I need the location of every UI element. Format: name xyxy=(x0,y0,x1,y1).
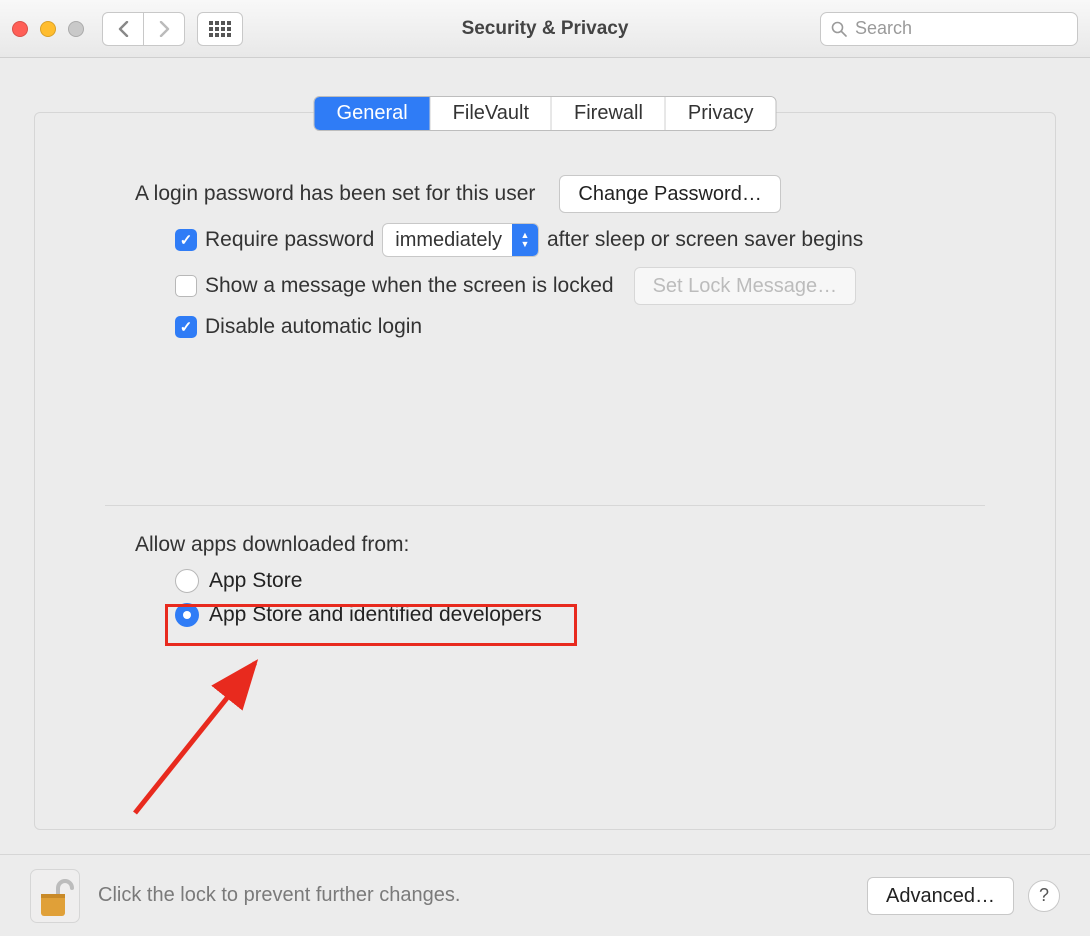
minimize-window-button[interactable] xyxy=(40,21,56,37)
tab-bar: General FileVault Firewall Privacy xyxy=(314,96,777,131)
login-section: A login password has been set for this u… xyxy=(135,175,995,349)
search-icon xyxy=(831,21,847,37)
require-password-checkbox[interactable]: ✓ xyxy=(175,229,197,251)
nav-group xyxy=(102,12,185,46)
set-lock-message-button: Set Lock Message… xyxy=(634,267,857,305)
show-lock-message-checkbox[interactable] xyxy=(175,275,197,297)
search-field[interactable] xyxy=(820,12,1078,46)
require-password-delay-value: immediately xyxy=(383,229,512,252)
disable-auto-login-checkbox[interactable]: ✓ xyxy=(175,316,197,338)
lock-open-icon xyxy=(35,874,75,922)
annotation-arrow xyxy=(125,643,285,823)
footer-hint: Click the lock to prevent further change… xyxy=(98,884,460,907)
zoom-window-button[interactable] xyxy=(68,21,84,37)
chevron-left-icon xyxy=(118,21,129,37)
section-divider xyxy=(105,505,985,506)
tab-filevault[interactable]: FileVault xyxy=(430,97,551,130)
forward-button[interactable] xyxy=(143,12,185,46)
annotation-highlight xyxy=(165,604,577,646)
grid-icon xyxy=(209,21,231,37)
advanced-button[interactable]: Advanced… xyxy=(867,877,1014,915)
require-password-label-after: after sleep or screen saver begins xyxy=(547,228,863,252)
titlebar: Security & Privacy xyxy=(0,0,1090,58)
chevron-right-icon xyxy=(159,21,170,37)
change-password-button[interactable]: Change Password… xyxy=(559,175,780,213)
tab-general[interactable]: General xyxy=(315,97,430,130)
search-input[interactable] xyxy=(853,17,1067,40)
show-lock-message-label: Show a message when the screen is locked xyxy=(205,274,614,298)
tab-privacy[interactable]: Privacy xyxy=(665,97,776,130)
back-button[interactable] xyxy=(102,12,144,46)
login-password-status: A login password has been set for this u… xyxy=(135,182,535,206)
lock-button[interactable] xyxy=(30,869,80,923)
radio-app-store-label: App Store xyxy=(209,569,302,593)
updown-arrows-icon: ▲▼ xyxy=(512,224,538,256)
footer-bar: Click the lock to prevent further change… xyxy=(0,854,1090,936)
close-window-button[interactable] xyxy=(12,21,28,37)
window-controls xyxy=(12,21,84,37)
require-password-delay-select[interactable]: immediately ▲▼ xyxy=(382,223,539,257)
radio-app-store[interactable] xyxy=(175,569,199,593)
disable-auto-login-label: Disable automatic login xyxy=(205,315,422,339)
tab-firewall[interactable]: Firewall xyxy=(551,97,665,130)
gatekeeper-heading: Allow apps downloaded from: xyxy=(135,533,995,557)
help-button[interactable]: ? xyxy=(1028,880,1060,912)
require-password-label-before: Require password xyxy=(205,228,374,252)
show-all-prefs-button[interactable] xyxy=(197,12,243,46)
content-panel: General FileVault Firewall Privacy A log… xyxy=(34,112,1056,830)
